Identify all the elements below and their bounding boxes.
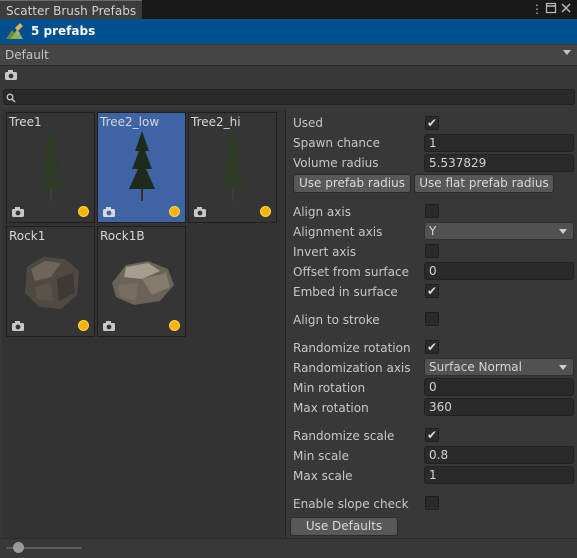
embed-in-surface-label: Embed in surface [293,285,398,299]
volume-radius-field[interactable]: 5.537829 [424,154,574,172]
use-defaults-button[interactable]: Use Defaults [290,517,398,536]
randomization-axis-label: Randomization axis [293,361,411,375]
min-scale-label: Min scale [293,449,350,463]
max-rotation-label: Max rotation [293,401,369,415]
maximize-icon[interactable] [544,2,558,16]
randomize-scale-label: Randomize scale [293,429,395,443]
prefab-label: Tree2_low [100,115,160,129]
used-label: Used [293,116,324,130]
status-dot [78,320,89,331]
alignment-axis-label: Alignment axis [293,225,383,239]
camera-icon[interactable] [11,206,25,218]
randomization-axis-value: Surface Normal [429,360,522,374]
window-tab[interactable]: Scatter Brush Prefabs [0,0,142,19]
chevron-down-icon [563,50,571,55]
prefab-label: Tree1 [9,115,42,129]
align-axis-checkbox[interactable] [425,204,439,218]
prefab-tile-tree1[interactable]: Tree1 [6,112,95,223]
randomize-rotation-label: Randomize rotation [293,341,411,355]
min-rotation-label: Min rotation [293,381,366,395]
preset-value: Default [5,48,49,62]
invert-axis-label: Invert axis [293,245,357,259]
prefab-tile-rock1b[interactable]: Rock1B [97,226,186,337]
embed-in-surface-checkbox[interactable]: ✔ [425,284,439,298]
more-icon[interactable]: ⋮ [530,2,544,16]
alignment-axis-dropdown[interactable]: Y [424,222,574,240]
randomization-axis-dropdown[interactable]: Surface Normal [424,358,574,376]
status-dot [78,206,89,217]
tree-thumbnail [38,131,64,201]
rock-thumbnail [25,257,79,309]
brush-icon [5,22,25,42]
search-input[interactable] [3,89,575,105]
chevron-down-icon [559,229,567,234]
use-prefab-radius-button[interactable]: Use prefab radius [293,174,411,193]
offset-from-surface-field[interactable]: 0 [424,262,574,280]
prefab-tile-rock1[interactable]: Rock1 [6,226,95,337]
offset-from-surface-label: Offset from surface [293,265,409,279]
prefab-label: Rock1 [9,229,46,243]
panel-divider[interactable] [285,109,286,538]
status-dot [169,206,180,217]
prefab-tile-tree2-low[interactable]: Tree2_low [97,112,186,223]
align-axis-label: Align axis [293,205,351,219]
camera-icon[interactable] [102,320,116,332]
prefab-label: Tree2_hi [191,115,241,129]
camera-icon[interactable] [4,69,18,81]
prefab-label: Rock1B [100,229,145,243]
camera-icon[interactable] [193,206,207,218]
enable-slope-check-label: Enable slope check [293,497,409,511]
search-icon [6,92,16,103]
close-icon[interactable] [559,2,573,16]
status-dot [169,320,180,331]
used-checkbox[interactable]: ✔ [425,116,439,130]
max-rotation-field[interactable]: 360 [424,398,574,416]
max-scale-field[interactable]: 1 [424,466,574,484]
align-to-stroke-checkbox[interactable] [425,312,439,326]
spawn-chance-label: Spawn chance [293,136,380,150]
spawn-chance-field[interactable]: 1 [424,134,574,152]
invert-axis-checkbox[interactable] [425,244,439,258]
max-scale-label: Max scale [293,469,353,483]
tree-thumbnail [129,131,155,201]
use-flat-prefab-radius-button[interactable]: Use flat prefab radius [414,174,554,193]
prefab-count-title: 5 prefabs [31,24,96,38]
chevron-down-icon [559,365,567,370]
rock-thumbnail [112,261,174,305]
align-to-stroke-label: Align to stroke [293,313,380,327]
status-dot [260,206,271,217]
preset-dropdown[interactable]: Default [0,45,577,66]
prefab-tile-tree2-hi[interactable]: Tree2_hi [188,112,277,223]
min-scale-field[interactable]: 0.8 [424,446,574,464]
volume-radius-label: Volume radius [293,156,379,170]
camera-icon[interactable] [11,320,25,332]
slider-thumb[interactable] [13,542,24,553]
randomize-scale-checkbox[interactable]: ✔ [425,428,439,442]
enable-slope-check-checkbox[interactable] [425,496,439,510]
bottom-bar [0,538,577,558]
camera-icon[interactable] [102,206,116,218]
randomize-rotation-checkbox[interactable]: ✔ [425,340,439,354]
min-rotation-field[interactable]: 0 [424,378,574,396]
alignment-axis-value: Y [429,224,437,238]
tree-thumbnail [220,131,246,201]
